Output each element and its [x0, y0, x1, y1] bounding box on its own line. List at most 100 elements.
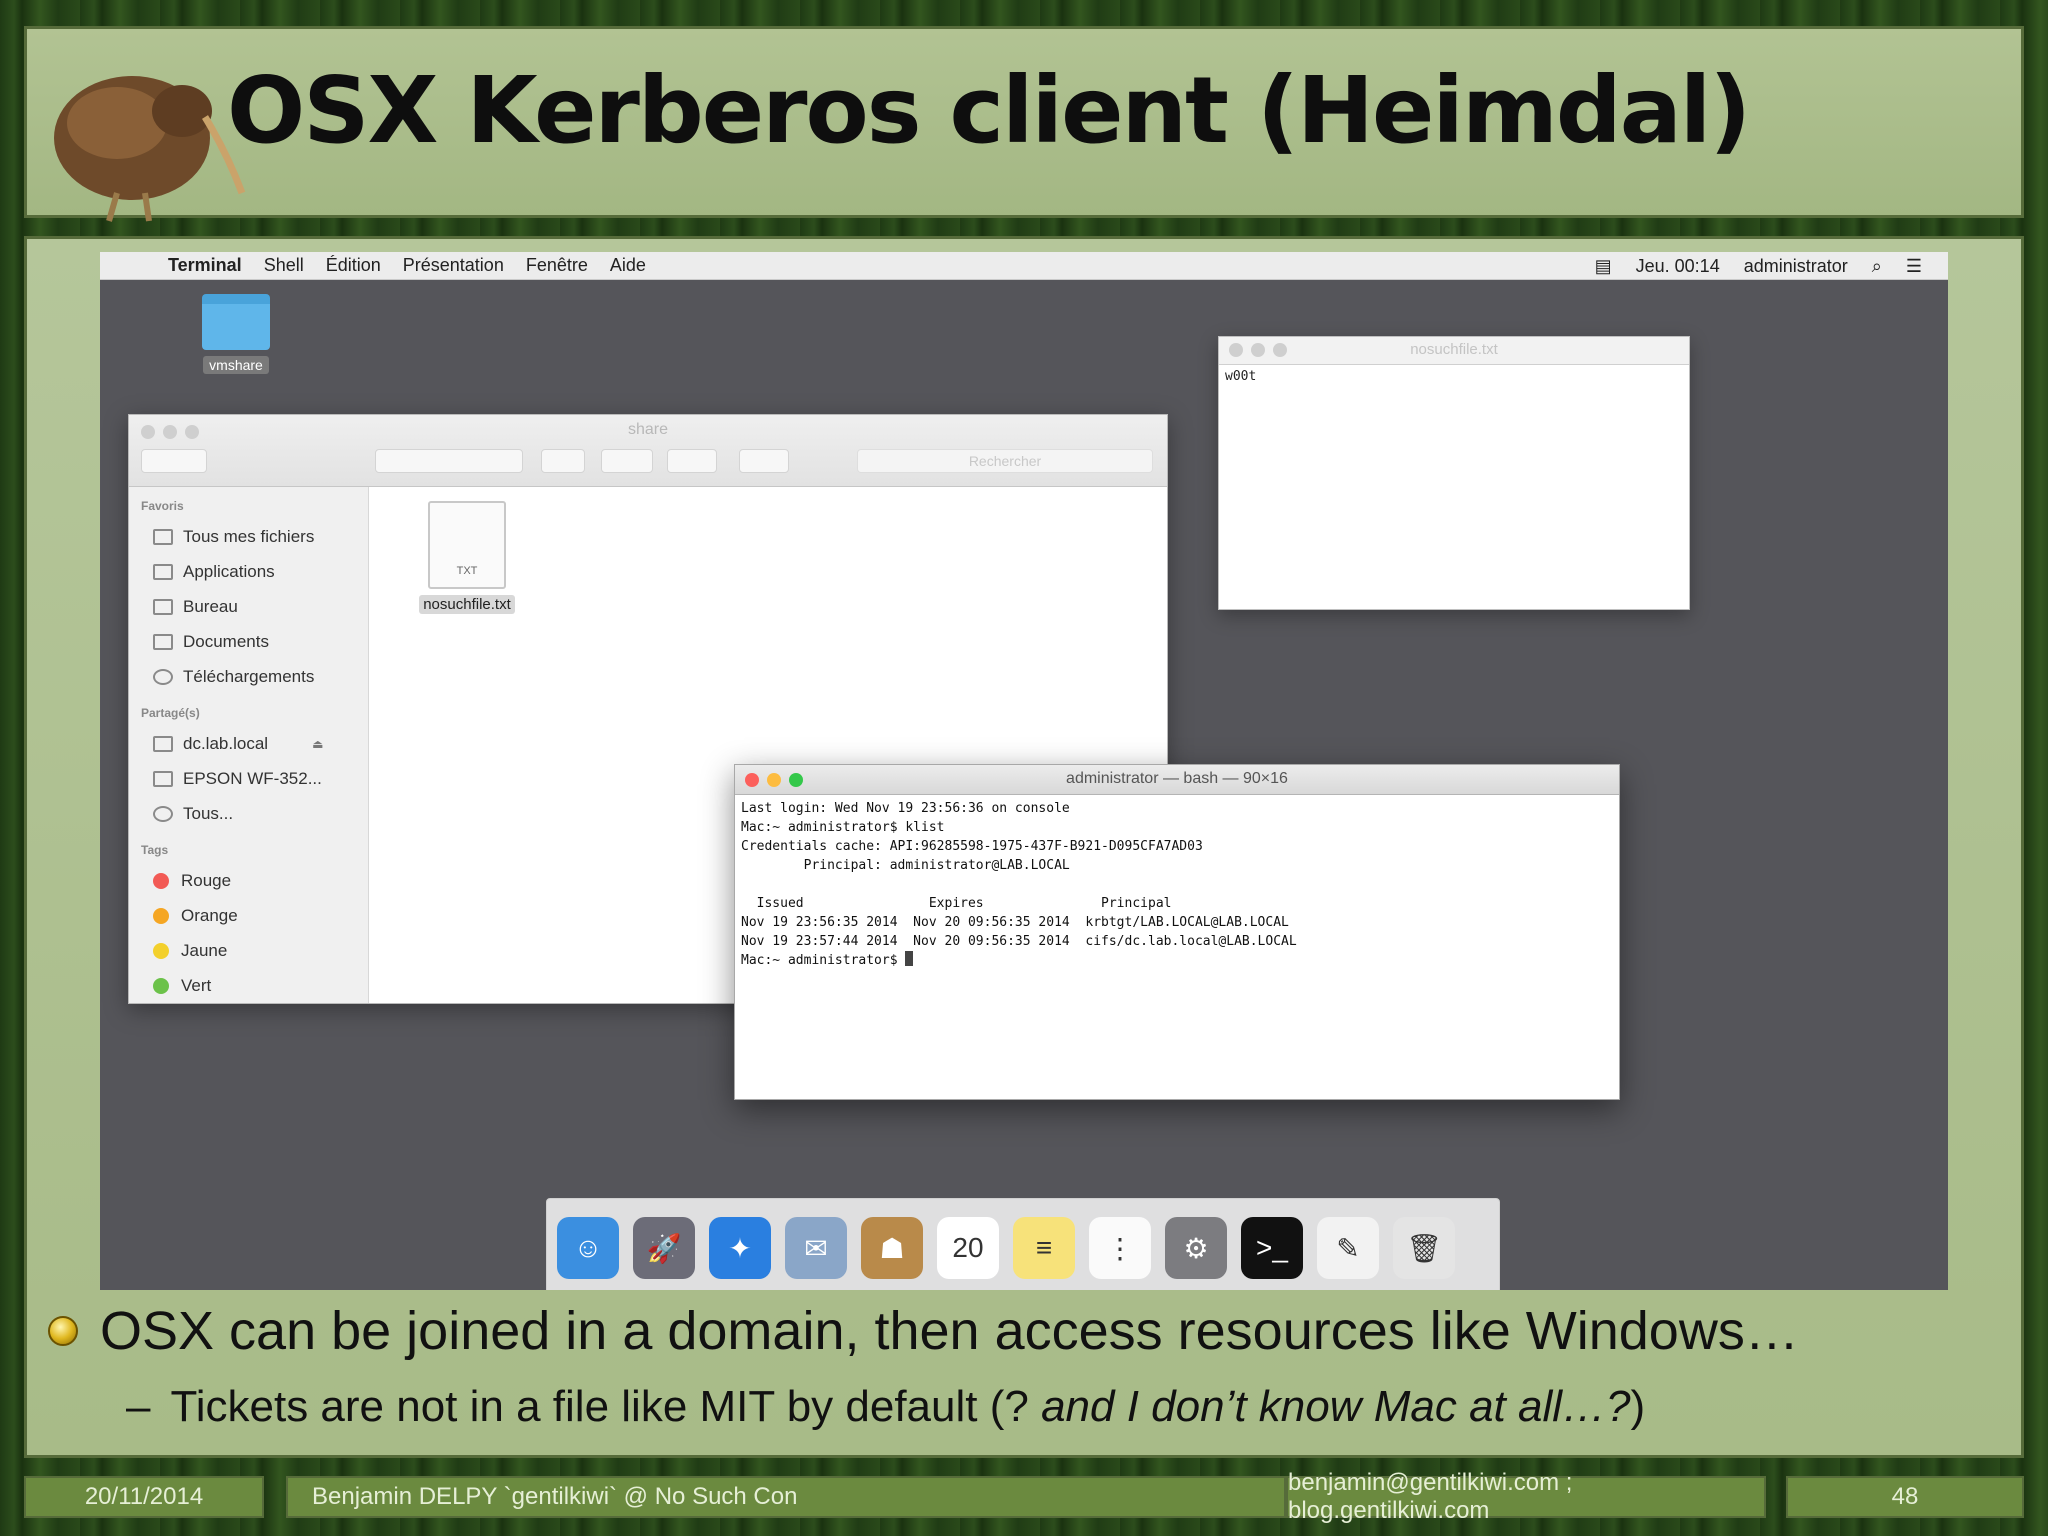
menu-fenetre[interactable]: Fenêtre: [526, 255, 588, 276]
terminal-prompt-line: Mac:~ administrator$: [741, 951, 1613, 970]
sidebar-item-label: Tous mes fichiers: [183, 526, 315, 546]
textedit-title: nosuchfile.txt: [1410, 341, 1498, 358]
documents-icon: [153, 633, 173, 650]
computer-icon: [153, 735, 173, 752]
menu-user[interactable]: administrator: [1744, 256, 1848, 277]
terminal-line: Principal: administrator@LAB.LOCAL: [741, 858, 1070, 873]
terminal-title: administrator — bash — 90×16: [1066, 770, 1288, 787]
display-icon: [153, 770, 173, 787]
trash-icon[interactable]: 🗑: [1393, 1217, 1455, 1279]
bullet-sub-close: ): [1630, 1382, 1646, 1431]
terminal-cursor: [905, 951, 914, 966]
sidebar-item-label: Tous...: [183, 803, 234, 823]
file-name-label: nosuchfile.txt: [419, 595, 515, 614]
terminal-line: Credentials cache: API:96285598-1975-437…: [741, 839, 1203, 854]
sidebar-item-downloads[interactable]: Téléchargements: [129, 659, 368, 694]
desktop-folder-vmshare[interactable]: vmshare: [196, 294, 276, 375]
menu-clock[interactable]: Jeu. 00:14: [1636, 256, 1720, 277]
sidebar-header-tags: Tags: [141, 843, 169, 857]
sidebar-item-label: Vert: [181, 975, 212, 995]
sidebar-tag-green[interactable]: Vert: [129, 968, 368, 1003]
sidebar-tag-yellow[interactable]: Jaune: [129, 933, 368, 968]
finder-title: share: [627, 421, 669, 438]
finder-search-input[interactable]: Rechercher: [857, 449, 1153, 473]
menu-presentation[interactable]: Présentation: [403, 255, 504, 276]
terminal-icon[interactable]: >_: [1241, 1217, 1303, 1279]
macos-screenshot: Terminal Shell Édition Présentation Fenê…: [100, 252, 1948, 1290]
textedit-icon[interactable]: ✎: [1317, 1217, 1379, 1279]
sidebar-item-documents[interactable]: Documents: [129, 624, 368, 659]
textedit-window: nosuchfile.txt w00t: [1218, 336, 1690, 610]
downloads-icon: [153, 668, 173, 685]
bullet-sub: – Tickets are not in a file like MIT by d…: [126, 1382, 1645, 1432]
sidebar-item-label: Bureau: [183, 596, 238, 616]
terminal-output[interactable]: Last login: Wed Nov 19 23:56:36 on conso…: [735, 795, 1619, 974]
file-ext-label: TXT: [456, 565, 478, 577]
sidebar-item-all-shared[interactable]: Tous...: [129, 796, 368, 831]
menu-aide[interactable]: Aide: [610, 255, 646, 276]
action-gear-button[interactable]: [601, 449, 653, 473]
green-tag-icon: [153, 977, 169, 994]
sidebar-tag-red[interactable]: Rouge: [129, 863, 368, 898]
sidebar-item-all-files[interactable]: Tous mes fichiers: [129, 519, 368, 554]
terminal-line: Mac:~ administrator$ klist: [741, 820, 945, 835]
slide-title-bar: OSX Kerberos client (Heimdal): [24, 26, 2024, 222]
menu-shell[interactable]: Shell: [264, 255, 304, 276]
terminal-line: Issued Expires Principal: [741, 896, 1172, 911]
sidebar-item-label: Rouge: [181, 870, 232, 890]
system-preferences-icon[interactable]: ⚙: [1165, 1217, 1227, 1279]
mail-icon[interactable]: ✉: [785, 1217, 847, 1279]
eject-icon[interactable]: ⏏: [312, 737, 323, 751]
sidebar-tag-orange[interactable]: Orange: [129, 898, 368, 933]
network-globe-icon: [153, 805, 173, 822]
sidebar-item-dc-lab-local[interactable]: dc.lab.local ⏏: [129, 726, 368, 761]
footer-page-number: 48: [1786, 1476, 2024, 1518]
back-forward-button[interactable]: [141, 449, 207, 473]
terminal-window: administrator — bash — 90×16 Last login:…: [734, 764, 1620, 1100]
view-mode-buttons[interactable]: [375, 449, 523, 473]
finder-sidebar: Favoris Tous mes fichiers Applications B…: [129, 487, 369, 1003]
bullet-sub-dash: –: [126, 1382, 151, 1431]
folder-icon: [202, 294, 270, 350]
red-tag-icon: [153, 872, 169, 889]
notification-center-icon[interactable]: ☰: [1906, 256, 1922, 277]
spotlight-search-icon[interactable]: ⌕: [1872, 256, 1882, 277]
display-status-icon[interactable]: ▤: [1595, 256, 1612, 277]
reminders-icon[interactable]: ⋮: [1089, 1217, 1151, 1279]
sidebar-item-label: Orange: [181, 905, 238, 925]
desktop-icon: [153, 598, 173, 615]
sidebar-item-epson[interactable]: EPSON WF-352...: [129, 761, 368, 796]
file-nosuchfile[interactable]: TXT nosuchfile.txt: [413, 497, 521, 614]
bullet-main: OSX can be joined in a domain, then acce…: [100, 1301, 1799, 1361]
terminal-titlebar: administrator — bash — 90×16: [735, 765, 1619, 795]
finder-icon[interactable]: ☺: [557, 1217, 619, 1279]
sidebar-header-favorites: Favoris: [141, 499, 184, 513]
notes-icon[interactable]: ≡: [1013, 1217, 1075, 1279]
footer-author: Benjamin DELPY `gentilkiwi` @ No Such Co…: [286, 1476, 1286, 1518]
menu-app-terminal[interactable]: Terminal: [168, 255, 242, 276]
share-button[interactable]: [667, 449, 717, 473]
terminal-line: Nov 19 23:57:44 2014 Nov 20 09:56:35 201…: [741, 934, 1297, 949]
slide-title: OSX Kerberos client (Heimdal): [227, 57, 1751, 164]
orange-tag-icon: [153, 907, 169, 924]
sidebar-item-desktop[interactable]: Bureau: [129, 589, 368, 624]
terminal-line: Nov 19 23:56:35 2014 Nov 20 09:56:35 201…: [741, 915, 1289, 930]
menu-edition[interactable]: Édition: [326, 255, 381, 276]
contacts-icon[interactable]: ☗: [861, 1217, 923, 1279]
sidebar-header-shared: Partagé(s): [141, 706, 200, 720]
arrange-button[interactable]: [541, 449, 585, 473]
sidebar-item-label: Documents: [183, 631, 269, 651]
yellow-tag-icon: [153, 942, 169, 959]
bullet-sub-text: Tickets are not in a file like MIT by de…: [170, 1382, 1042, 1431]
sidebar-item-applications[interactable]: Applications: [129, 554, 368, 589]
all-files-icon: [153, 528, 173, 545]
footer-contact: benjamin@gentilkiwi.com ; blog.gentilkiw…: [1286, 1469, 1766, 1524]
launchpad-icon[interactable]: 🚀: [633, 1217, 695, 1279]
terminal-prompt: Mac:~ administrator$: [741, 953, 906, 968]
safari-icon[interactable]: ✦: [709, 1217, 771, 1279]
sidebar-item-label: Applications: [183, 561, 275, 581]
calendar-icon[interactable]: 20: [937, 1217, 999, 1279]
textedit-content[interactable]: w00t: [1219, 365, 1689, 388]
tags-button[interactable]: [739, 449, 789, 473]
